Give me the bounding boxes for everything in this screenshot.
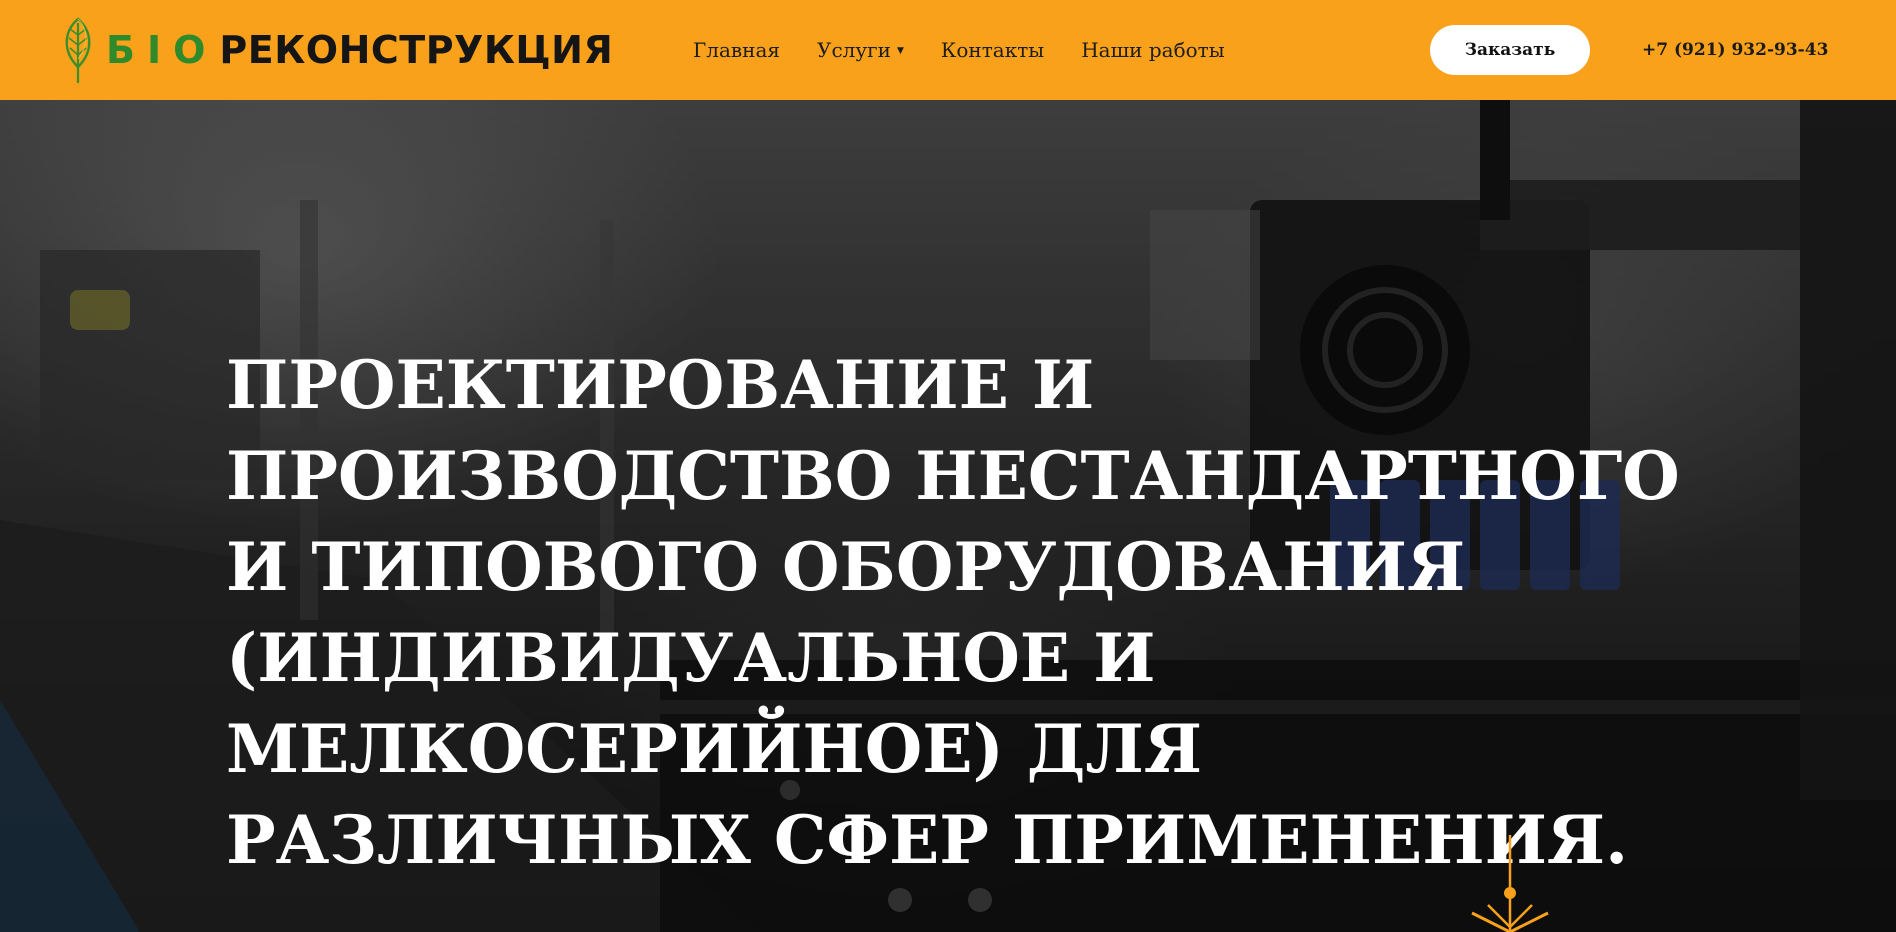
- site-logo[interactable]: БІО РЕКОНСТРУКЦИЯ: [58, 14, 613, 86]
- nav-item-contacts-label: Контакты: [940, 38, 1045, 62]
- main-nav: Главная Услуги ▼ Контакты Наши работы: [693, 0, 1262, 100]
- leaf-icon: [65, 17, 91, 83]
- nav-item-contacts[interactable]: Контакты: [941, 38, 1044, 62]
- hero-section: ПРОЕКТИРОВАНИЕ И ПРОИЗВОДСТВО НЕСТАНДАРТ…: [0, 100, 1896, 932]
- logo-text: БІО РЕКОНСТРУКЦИЯ: [106, 31, 613, 69]
- scroll-down-arrow-icon[interactable]: [1470, 835, 1550, 932]
- nav-item-our-works-label: Наши работы: [1081, 38, 1225, 62]
- logo-brand-text: РЕКОНСТРУКЦИЯ: [219, 28, 614, 72]
- caret-down-icon: ▼: [896, 46, 904, 56]
- nav-item-services[interactable]: Услуги ▼: [817, 38, 904, 62]
- nav-item-services-label: Услуги: [817, 38, 891, 62]
- hero-title: ПРОЕКТИРОВАНИЕ И ПРОИЗВОДСТВО НЕСТАНДАРТ…: [226, 346, 1680, 879]
- page: БІО РЕКОНСТРУКЦИЯ Главная Услуги ▼ Конта…: [0, 0, 1896, 932]
- order-button[interactable]: Заказать: [1430, 25, 1590, 75]
- phone-link[interactable]: +7 (921) 932-93-43: [1642, 0, 1828, 100]
- site-header: БІО РЕКОНСТРУКЦИЯ Главная Услуги ▼ Конта…: [0, 0, 1896, 100]
- nav-item-our-works[interactable]: Наши работы: [1081, 38, 1224, 62]
- logo-bio-text: БІО: [106, 28, 218, 72]
- nav-item-home-label: Главная: [693, 38, 781, 62]
- nav-item-home[interactable]: Главная: [693, 38, 780, 62]
